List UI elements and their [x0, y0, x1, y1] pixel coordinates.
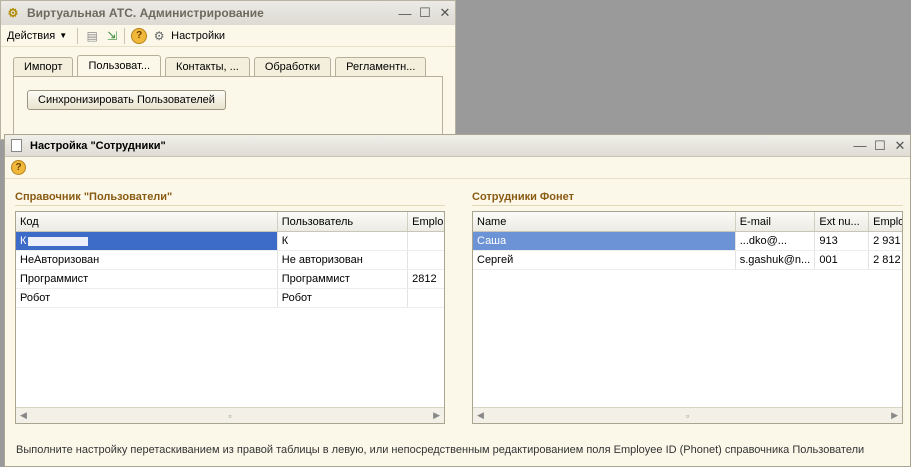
- section-divider: [472, 205, 903, 206]
- column-header-email[interactable]: E-mail: [736, 212, 816, 231]
- close-icon[interactable]: ✕: [435, 4, 455, 22]
- tab-strip: Импорт Пользоват... Контакты, ... Обрабо…: [13, 55, 430, 76]
- column-header-user[interactable]: Пользователь: [278, 212, 409, 231]
- minimize-icon[interactable]: —: [850, 137, 870, 155]
- actions-menu[interactable]: Действия ▼: [7, 30, 67, 42]
- main-toolbar: Действия ▼ ▤ ⇲ ? ⚙ Настройки: [1, 25, 455, 47]
- section-divider: [15, 205, 445, 206]
- cell-name: Саша: [473, 232, 736, 250]
- toolbar-separator: [124, 27, 126, 44]
- cell-user: Программист: [278, 270, 409, 288]
- cell-employee: 2 931: [873, 235, 901, 247]
- horizontal-scrollbar[interactable]: ◀ ▫ ▶: [16, 407, 444, 423]
- help-icon[interactable]: ?: [131, 27, 148, 44]
- cell-code: НеАвторизован: [16, 251, 278, 269]
- table-header: Код Пользователь Emplo: [16, 212, 444, 232]
- cell-user: Не авторизован: [278, 251, 409, 269]
- table-row[interactable]: Робот Робот: [16, 289, 444, 308]
- app-icon: ⚙: [7, 6, 19, 20]
- column-header-code[interactable]: Код: [16, 212, 278, 231]
- dialog-toolbar: ?: [5, 157, 910, 179]
- cell-name: Сергей: [473, 251, 736, 269]
- cell-ext: 001: [815, 251, 870, 269]
- tab-import[interactable]: Импорт: [13, 57, 74, 76]
- main-window-title: Виртуальная АТС. Администрирование: [27, 6, 264, 20]
- tab-contacts[interactable]: Контакты, ...: [165, 57, 250, 76]
- cell-code: Программист: [16, 270, 278, 288]
- close-icon[interactable]: ✕: [890, 137, 910, 155]
- tab-panel: Синхронизировать Пользователей: [13, 76, 443, 136]
- table-row[interactable]: Саша ...dko@... 913 2 931: [473, 232, 902, 251]
- actions-label: Действия: [7, 29, 56, 42]
- scroll-thumb-grip[interactable]: ▫: [228, 411, 231, 421]
- cell-employee: [408, 251, 444, 269]
- horizontal-scrollbar[interactable]: ◀ ▫ ▶: [473, 407, 902, 423]
- cell-code: К: [16, 232, 278, 250]
- cell-employee: [408, 289, 444, 307]
- settings-button[interactable]: ⚙ Настройки: [151, 28, 225, 44]
- help-icon[interactable]: ?: [11, 160, 26, 175]
- users-table[interactable]: Код Пользователь Emplo К К НеАвторизован…: [15, 211, 445, 424]
- phonet-employees-section-title: Сотрудники Фонет: [472, 191, 575, 203]
- scroll-thumb-grip[interactable]: ▫: [686, 411, 689, 421]
- document-icon[interactable]: ▤: [84, 28, 100, 44]
- employees-settings-dialog: Настройка "Сотрудники" — ☐ ✕ ? Справочни…: [4, 134, 911, 467]
- tab-processing[interactable]: Обработки: [253, 57, 332, 76]
- tab-users[interactable]: Пользоват...: [77, 55, 162, 76]
- phonet-employees-table[interactable]: Name E-mail Ext nu... Emplo Саша ...dko@…: [472, 211, 903, 424]
- cell-code: Робот: [16, 289, 278, 307]
- redacted-text: [28, 236, 89, 246]
- dialog-titlebar: Настройка "Сотрудники" — ☐ ✕: [5, 135, 910, 157]
- scroll-left-icon[interactable]: ◀: [477, 410, 484, 421]
- column-header-employee[interactable]: Emplo: [408, 212, 444, 231]
- users-section-title: Справочник "Пользователи": [15, 191, 173, 203]
- cell-email: s.gashuk@n...: [736, 251, 816, 269]
- table-row[interactable]: НеАвторизован Не авторизован: [16, 251, 444, 270]
- settings-label: Настройки: [171, 29, 226, 42]
- gear-icon: ⚙: [153, 28, 165, 43]
- sync-users-button[interactable]: Синхронизировать Пользователей: [27, 90, 226, 110]
- table-row[interactable]: К К: [16, 232, 444, 251]
- toolbar-separator: [77, 27, 79, 44]
- scroll-right-icon[interactable]: ▶: [891, 410, 898, 421]
- scroll-left-icon[interactable]: ◀: [20, 410, 27, 421]
- column-header-ext[interactable]: Ext nu...: [815, 212, 870, 231]
- export-icon[interactable]: ⇲: [104, 28, 120, 44]
- chevron-down-icon: ▼: [59, 31, 68, 40]
- tab-scheduled[interactable]: Регламентн...: [335, 57, 427, 76]
- column-header-employee[interactable]: Emplo: [869, 212, 902, 231]
- column-header-name[interactable]: Name: [473, 212, 736, 231]
- cell-ext: 913: [815, 232, 870, 250]
- cell-employee: 2 812: [873, 254, 901, 266]
- main-window: ⚙ Виртуальная АТС. Администрирование — ☐…: [0, 0, 456, 140]
- table-header: Name E-mail Ext nu... Emplo: [473, 212, 902, 232]
- cell-user: К: [278, 232, 409, 250]
- cell-user: Робот: [278, 289, 409, 307]
- main-window-titlebar: ⚙ Виртуальная АТС. Администрирование — ☐…: [1, 1, 455, 25]
- instructions-text: Выполните настройку перетаскиванием из п…: [16, 444, 865, 456]
- cell-employee: [408, 232, 444, 250]
- table-row[interactable]: Программист Программист 2812: [16, 270, 444, 289]
- table-row[interactable]: Сергей s.gashuk@n... 001 2 812: [473, 251, 902, 270]
- document-icon: [11, 139, 22, 152]
- dialog-title: Настройка "Сотрудники": [30, 139, 166, 152]
- maximize-icon[interactable]: ☐: [415, 4, 435, 22]
- scroll-right-icon[interactable]: ▶: [433, 410, 440, 421]
- cell-employee: 2812: [412, 273, 437, 285]
- cell-email: ...dko@...: [736, 232, 816, 250]
- minimize-icon[interactable]: —: [395, 4, 415, 22]
- maximize-icon[interactable]: ☐: [870, 137, 890, 155]
